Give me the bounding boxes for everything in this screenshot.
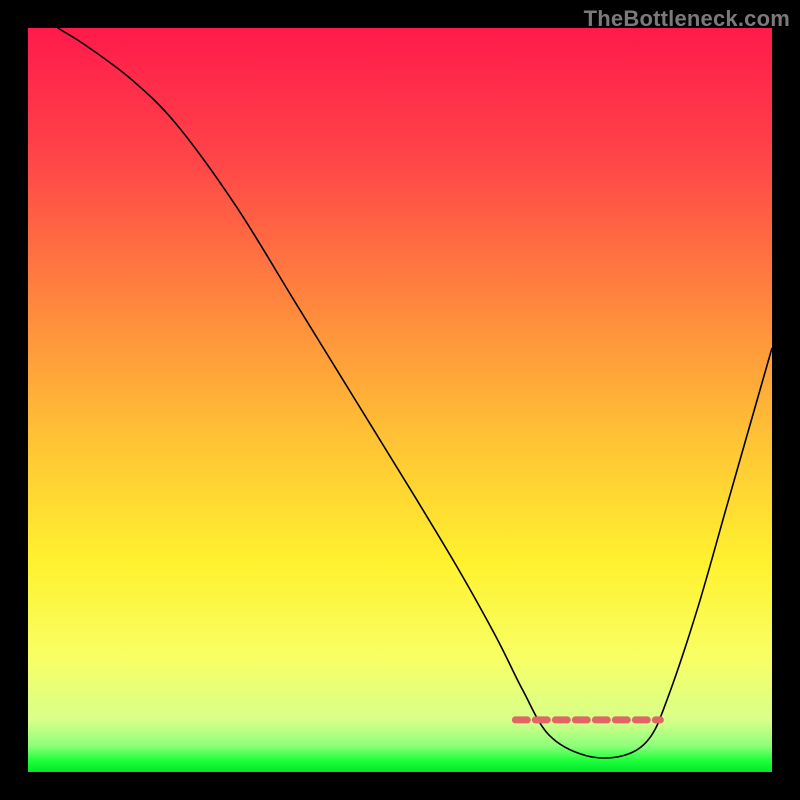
plot-area xyxy=(28,28,772,772)
chart-container: TheBottleneck.com xyxy=(0,0,800,800)
gradient-background xyxy=(28,28,772,772)
watermark-text: TheBottleneck.com xyxy=(584,6,790,32)
chart-svg xyxy=(28,28,772,772)
